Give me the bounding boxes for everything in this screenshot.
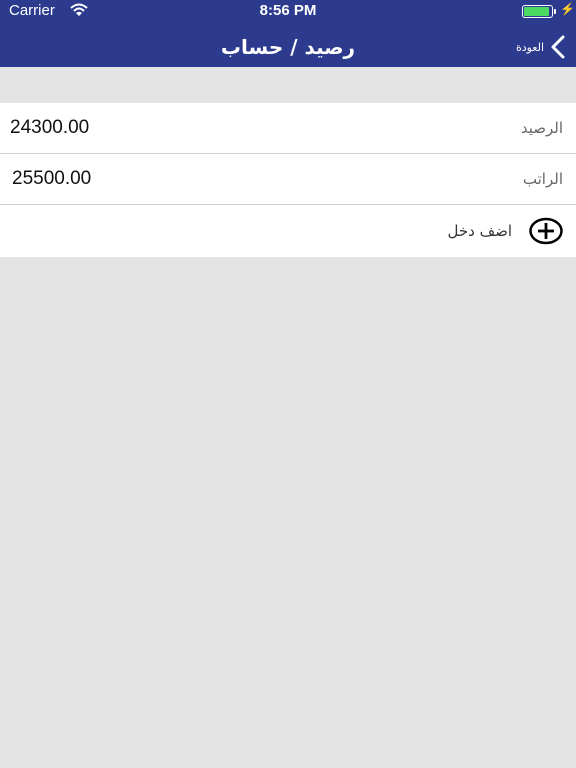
add-income-label: اضف دخل — [447, 222, 512, 240]
back-button[interactable]: العودة — [516, 32, 566, 62]
back-label: العودة — [515, 40, 544, 54]
salary-value: 25500.00 — [12, 168, 92, 189]
salary-label: الراتب — [522, 170, 563, 188]
plus-circle-icon[interactable] — [529, 217, 563, 245]
list-item-salary[interactable]: 25500.00 الراتب — [0, 154, 576, 205]
page-title: رصيد / حساب — [220, 35, 356, 59]
navigation-bar: Carrier 8:56 PM ⚡ رصيد / حساب العودة — [0, 0, 576, 67]
status-bar: Carrier 8:56 PM ⚡ — [0, 0, 576, 22]
battery-tip — [554, 9, 556, 14]
list-item-balance[interactable]: 24300.00 الرصيد — [0, 103, 576, 154]
chevron-left-icon — [551, 35, 565, 59]
balance-list: 24300.00 الرصيد 25500.00 الراتب اضف دخل — [0, 103, 576, 257]
status-time: 8:56 PM — [259, 2, 317, 19]
balance-label: الرصيد — [520, 119, 563, 137]
battery-icon — [522, 5, 553, 18]
balance-value: 24300.00 — [10, 117, 90, 138]
add-income-row[interactable]: اضف دخل — [0, 205, 576, 257]
charging-bolt-icon: ⚡ — [560, 2, 575, 16]
battery-level — [524, 7, 549, 16]
